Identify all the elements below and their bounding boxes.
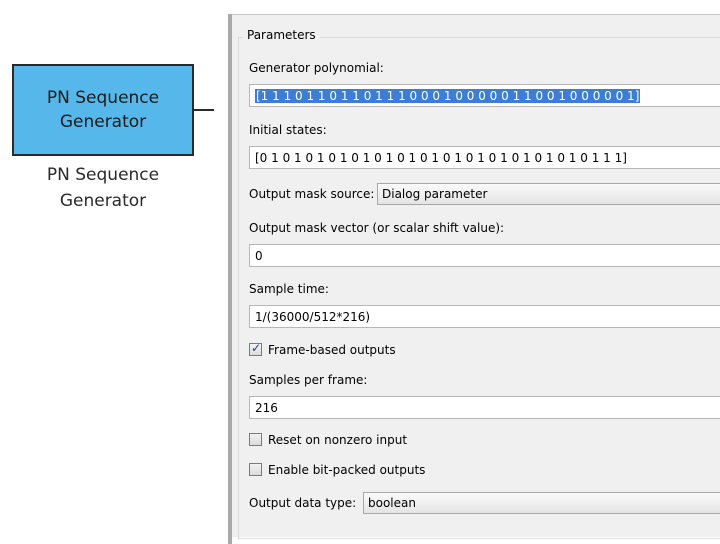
samples-per-frame-value: 216 (255, 401, 278, 415)
output-mask-vector-field[interactable]: 0 (249, 244, 720, 267)
sample-time-value: 1/(36000/512*216) (255, 310, 371, 324)
frame-based-outputs-label: Frame-based outputs (268, 343, 396, 357)
block-title-line2: Generator (59, 112, 147, 132)
output-mask-vector-label: Output mask vector (or scalar shift valu… (249, 221, 505, 235)
generator-polynomial-field[interactable]: [1 1 1 0 1 1 0 1 1 0 1 1 1 0 0 0 1 0 0 0… (249, 84, 720, 107)
output-mask-source-select[interactable]: Dialog parameter (377, 183, 720, 205)
frame-based-outputs-checkbox[interactable]: ✓ (249, 341, 262, 356)
reset-nonzero-label: Reset on nonzero input (268, 433, 408, 447)
generator-polynomial-value: [1 1 1 0 1 1 0 1 1 0 1 1 1 0 0 0 1 0 0 0… (255, 89, 641, 103)
parameters-group-title: Parameters (243, 28, 320, 42)
block-caption[interactable]: PN Sequence Generator (12, 162, 194, 214)
bit-packed-label: Enable bit-packed outputs (268, 463, 426, 477)
output-data-type-select[interactable]: boolean (363, 492, 720, 514)
output-mask-source-label: Output mask source: (249, 187, 375, 201)
output-data-type-value: boolean (368, 496, 416, 510)
reset-nonzero-row[interactable]: Reset on nonzero input (249, 433, 407, 447)
block-caption-line1: PN Sequence (46, 165, 160, 185)
output-data-type-label: Output data type: (249, 496, 357, 510)
bit-packed-row[interactable]: Enable bit-packed outputs (249, 463, 425, 477)
sample-time-field[interactable]: 1/(36000/512*216) (249, 305, 720, 328)
initial-states-value: [0 1 0 1 0 1 0 1 0 1 0 1 0 1 0 1 0 1 0 1… (255, 151, 627, 165)
block-caption-line2: Generator (59, 191, 147, 211)
generator-polynomial-label: Generator polynomial: (249, 61, 384, 75)
output-port-line[interactable] (194, 109, 214, 111)
block-title-line1: PN Sequence (46, 88, 160, 108)
bit-packed-checkbox[interactable] (249, 463, 262, 476)
output-mask-source-value: Dialog parameter (382, 187, 488, 201)
block-parameters-dialog: Parameters Generator polynomial: [1 1 1 … (232, 14, 720, 539)
output-mask-vector-value: 0 (255, 249, 263, 263)
sample-time-label: Sample time: (249, 282, 329, 296)
checkmark-icon: ✓ (251, 341, 262, 355)
reset-nonzero-checkbox[interactable] (249, 433, 262, 446)
samples-per-frame-label: Samples per frame: (249, 373, 368, 387)
pn-sequence-generator-block[interactable]: PN Sequence Generator (12, 64, 194, 156)
samples-per-frame-field[interactable]: 216 (249, 396, 720, 419)
initial-states-label: Initial states: (249, 123, 327, 137)
initial-states-field[interactable]: [0 1 0 1 0 1 0 1 0 1 0 1 0 1 0 1 0 1 0 1… (249, 146, 720, 169)
frame-based-outputs-row[interactable]: ✓ Frame-based outputs (249, 341, 396, 357)
